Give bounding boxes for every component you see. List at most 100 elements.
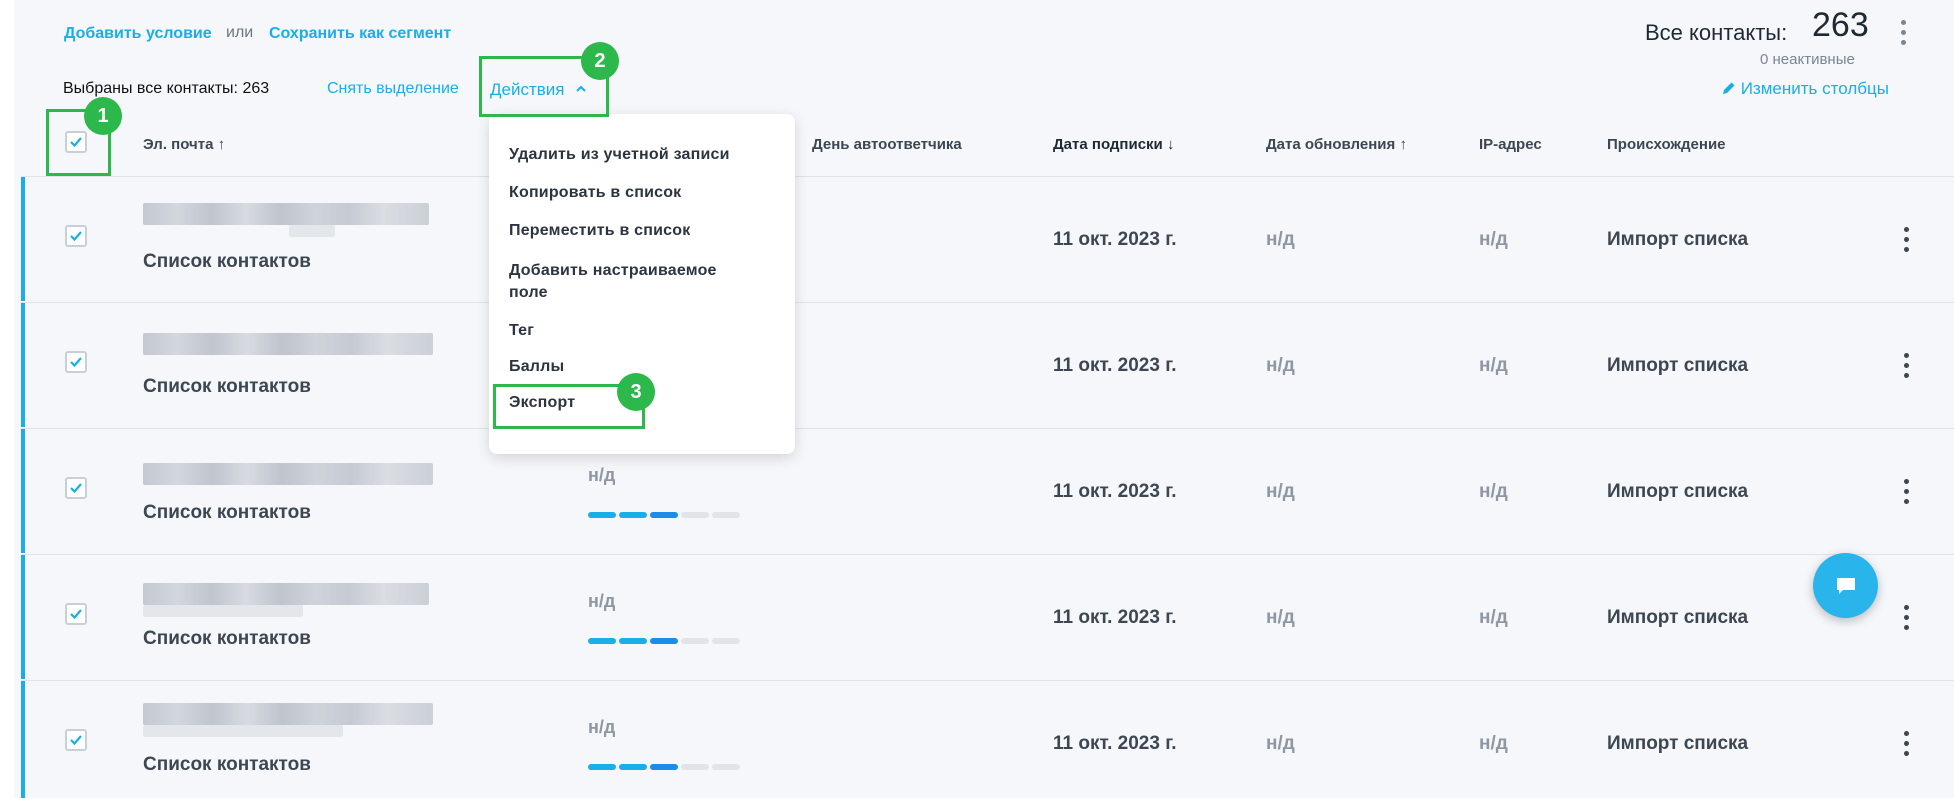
row-selected-accent — [21, 555, 25, 679]
row-checkbox[interactable] — [65, 729, 87, 751]
change-columns-label: Изменить столбцы — [1740, 79, 1889, 98]
row-subscribe-date: 11 окт. 2023 г. — [1053, 733, 1177, 754]
row-score: н/д — [588, 465, 616, 485]
chat-button[interactable] — [1813, 553, 1878, 618]
column-header-email[interactable]: Эл. почта ↑ — [143, 136, 225, 153]
row-origin: Импорт списка — [1607, 481, 1749, 502]
blurred-email-extra — [289, 225, 335, 237]
row-list-name: Список контактов — [143, 502, 311, 523]
row-ip: н/д — [1479, 355, 1508, 376]
selected-all-text: Выбраны все контакты: 263 — [63, 80, 270, 97]
column-header-subscribe-date-label: Дата подписки — [1053, 136, 1163, 153]
kebab-menu-icon[interactable] — [1901, 227, 1911, 253]
check-icon — [70, 357, 82, 368]
row-checkbox[interactable] — [65, 603, 87, 625]
step-badge-2: 2 — [581, 42, 619, 80]
inactive-count: 0 неактивные — [1760, 51, 1855, 68]
row-score: н/д — [588, 591, 616, 611]
change-columns-link[interactable]: Изменить столбцы — [1722, 79, 1889, 99]
table-row[interactable]: Список контактов 11 окт. 2023 г. н/д н/д… — [21, 302, 1954, 427]
column-header-autoresponder-day[interactable]: День автоответчика — [812, 136, 962, 153]
blurred-email — [143, 463, 433, 485]
row-origin: Импорт списка — [1607, 229, 1749, 250]
row-origin: Импорт списка — [1607, 607, 1749, 628]
menu-item-add-custom-field[interactable]: Добавить настраиваемое поле — [509, 260, 717, 304]
kebab-menu-icon[interactable] — [1897, 20, 1909, 46]
row-subscribe-date: 11 окт. 2023 г. — [1053, 607, 1177, 628]
row-checkbox[interactable] — [65, 477, 87, 499]
blurred-email — [143, 203, 429, 225]
column-header-email-label: Эл. почта — [143, 136, 214, 153]
row-ip: н/д — [1479, 733, 1508, 754]
add-condition-link[interactable]: Добавить условие — [64, 25, 212, 43]
row-subscribe-date: 11 окт. 2023 г. — [1053, 481, 1177, 502]
arrow-up-icon: ↑ — [1399, 136, 1407, 153]
step-badge-1: 1 — [84, 97, 122, 135]
blurred-email — [143, 703, 433, 725]
menu-item-add-custom-field-line1: Добавить настраиваемое — [509, 262, 717, 279]
column-header-update-date-label: Дата обновления — [1266, 136, 1396, 153]
kebab-menu-icon[interactable] — [1901, 479, 1911, 505]
row-update-date: н/д — [1266, 229, 1295, 250]
row-list-name: Список контактов — [143, 754, 311, 775]
row-list-name: Список контактов — [143, 376, 311, 397]
all-contacts-count: 263 — [1812, 6, 1869, 44]
table-row[interactable]: Список контактов н/д 11 окт. 2023 г. н/д… — [21, 554, 1954, 679]
check-icon — [70, 231, 82, 242]
row-selected-accent — [21, 681, 25, 798]
check-icon — [70, 735, 82, 746]
pencil-icon — [1723, 82, 1735, 94]
menu-item-move-to-list[interactable]: Переместить в список — [509, 222, 690, 240]
blurred-email-extra — [143, 605, 303, 617]
row-selected-accent — [21, 429, 25, 553]
check-icon — [70, 483, 82, 494]
row-ip: н/д — [1479, 229, 1508, 250]
row-list-name: Список контактов — [143, 251, 311, 272]
row-update-date: н/д — [1266, 481, 1295, 502]
all-contacts-label: Все контакты: — [1645, 20, 1788, 45]
column-header-origin[interactable]: Происхождение — [1607, 136, 1726, 153]
row-checkbox[interactable] — [65, 351, 87, 373]
kebab-menu-icon[interactable] — [1901, 353, 1911, 379]
menu-item-copy-to-list[interactable]: Копировать в список — [509, 184, 681, 202]
arrow-down-icon: ↓ — [1166, 136, 1175, 153]
row-ip: н/д — [1479, 607, 1508, 628]
menu-item-tag[interactable]: Тег — [509, 322, 534, 340]
blurred-email-extra — [143, 725, 343, 737]
save-segment-link[interactable]: Сохранить как сегмент — [269, 25, 451, 43]
kebab-menu-icon[interactable] — [1901, 731, 1911, 757]
row-update-date: н/д — [1266, 355, 1295, 376]
row-subscribe-date: 11 окт. 2023 г. — [1053, 355, 1177, 376]
check-icon — [70, 609, 82, 620]
row-ip: н/д — [1479, 481, 1508, 502]
blurred-email — [143, 333, 433, 355]
row-score: н/д — [588, 717, 616, 737]
chat-icon — [1837, 578, 1855, 594]
row-selected-accent — [21, 177, 25, 301]
step-badge-3: 3 — [617, 373, 655, 411]
row-update-date: н/д — [1266, 607, 1295, 628]
row-list-name: Список контактов — [143, 628, 311, 649]
kebab-menu-icon[interactable] — [1901, 605, 1911, 631]
left-strip — [0, 0, 14, 798]
row-score-bar — [588, 764, 740, 770]
row-checkbox[interactable] — [65, 225, 87, 247]
table-row[interactable]: Список контактов н/д 11 окт. 2023 г. н/д… — [21, 428, 1954, 553]
row-origin: Импорт списка — [1607, 355, 1749, 376]
column-header-update-date[interactable]: Дата обновления ↑ — [1266, 136, 1407, 153]
table-row[interactable]: Список контактов 11 окт. 2023 г. н/д н/д… — [21, 176, 1954, 301]
menu-item-score[interactable]: Баллы — [509, 358, 564, 376]
row-update-date: н/д — [1266, 733, 1295, 754]
table-row[interactable]: Список контактов н/д 11 окт. 2023 г. н/д… — [21, 680, 1954, 798]
row-selected-accent — [21, 303, 25, 427]
arrow-up-icon: ↑ — [217, 136, 226, 153]
menu-item-add-custom-field-line2: поле — [509, 284, 548, 301]
clear-selection-link[interactable]: Снять выделение — [327, 80, 459, 98]
row-subscribe-date: 11 окт. 2023 г. — [1053, 229, 1177, 250]
row-origin: Импорт списка — [1607, 733, 1749, 754]
column-header-ip[interactable]: IP-адрес — [1479, 136, 1542, 153]
blurred-email — [143, 583, 429, 605]
menu-item-delete-from-account[interactable]: Удалить из учетной записи — [509, 146, 730, 164]
column-header-subscribe-date[interactable]: Дата подписки ↓ — [1053, 136, 1174, 153]
row-score-bar — [588, 638, 740, 644]
